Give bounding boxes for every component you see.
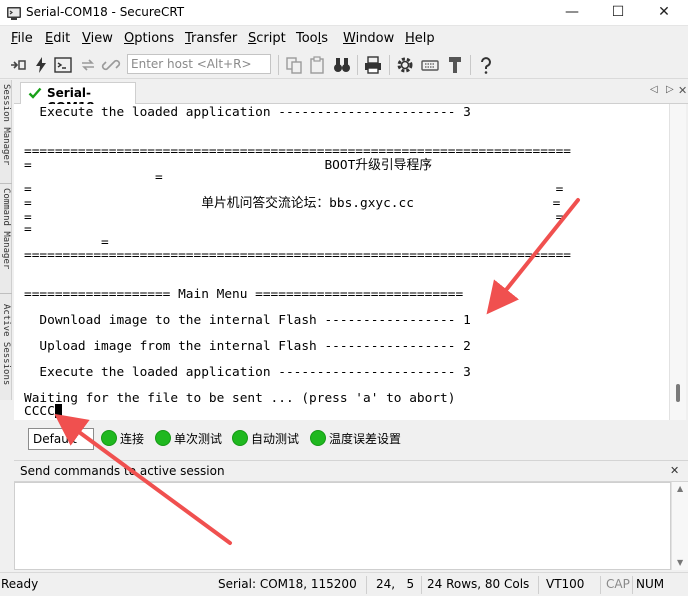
menu-window[interactable]: Window: [343, 31, 394, 46]
command-manager-tab[interactable]: Command Manager: [0, 184, 12, 294]
terminal-scroll-thumb[interactable]: [676, 384, 680, 402]
status-ready: Ready: [1, 577, 39, 591]
menu-tools[interactable]: Tools: [296, 31, 328, 46]
terminal-line: = 单片机问答交流论坛：bbs.gxyc.cc =: [24, 196, 561, 211]
status-separator: [421, 576, 422, 594]
menu-view[interactable]: View: [82, 31, 113, 46]
status-terminal-size: 24 Rows, 80 Cols: [427, 577, 530, 591]
terminal-line: =================== Main Menu ==========…: [24, 287, 464, 302]
button-single-test[interactable]: 单次测试: [155, 429, 233, 447]
title-bar: Serial-COM18 - SecureCRT — ☐ ✕: [0, 0, 688, 26]
quick-connect-icon[interactable]: [31, 55, 51, 75]
menu-edit[interactable]: Edit: [45, 31, 70, 46]
green-circle-icon: [232, 430, 248, 446]
connected-check-icon: [28, 87, 42, 99]
maximize-button[interactable]: ☐: [596, 0, 640, 26]
minimize-button[interactable]: —: [550, 0, 594, 26]
terminal-line: = =: [24, 182, 564, 197]
command-window-title: Send commands to active session: [20, 464, 225, 478]
status-separator: [366, 576, 367, 594]
disconnect-icon[interactable]: [101, 55, 121, 75]
command-window-scrollbar[interactable]: ▲ ▼: [671, 482, 688, 570]
tab-next-icon[interactable]: ▷: [666, 84, 674, 95]
gear-icon[interactable]: [395, 55, 415, 75]
paste-icon[interactable]: [307, 55, 327, 75]
window-title: Serial-COM18 - SecureCRT: [26, 5, 185, 19]
terminal-line: Execute the loaded application ---------…: [24, 365, 471, 380]
button-temperature-error-settings[interactable]: 温度误差设置: [310, 429, 410, 447]
status-emulation: VT100: [546, 577, 585, 591]
scroll-up-icon[interactable]: ▲: [677, 484, 683, 493]
keymap-icon[interactable]: [420, 55, 440, 75]
connect-bar-icon[interactable]: [8, 55, 28, 75]
terminal-line: Execute the loaded application ---------…: [24, 105, 471, 120]
button-connect[interactable]: 连接: [101, 429, 157, 447]
menu-script[interactable]: Script: [248, 31, 286, 46]
tab-close-icon[interactable]: ✕: [678, 84, 687, 97]
copy-icon[interactable]: [284, 55, 304, 75]
sftp-icon[interactable]: [445, 55, 465, 75]
status-cursor-position: 24, 5: [376, 577, 415, 591]
active-sessions-tab[interactable]: Active Sessions: [0, 300, 12, 400]
terminal-prompt-line: CCCC: [24, 404, 62, 419]
menu-file[interactable]: File: [11, 31, 33, 46]
print-icon[interactable]: [363, 55, 383, 75]
status-bar: Ready Serial: COM18, 115200 24, 5 24 Row…: [0, 572, 688, 596]
green-circle-icon: [155, 430, 171, 446]
terminal-scrollbar[interactable]: [669, 104, 686, 420]
terminal-cursor: [54, 404, 62, 418]
tab-prev-icon[interactable]: ◁: [650, 84, 658, 95]
close-button[interactable]: ✕: [642, 0, 686, 26]
button-auto-test[interactable]: 自动测试: [232, 429, 310, 447]
terminal-line: ========================================…: [24, 144, 572, 159]
session-tab-strip: Serial-COM18 ◁ ▷ ✕: [14, 80, 688, 114]
session-manager-tab[interactable]: Session Manager: [0, 80, 12, 184]
menu-options[interactable]: Options: [124, 31, 174, 46]
toolbar-separator: [389, 55, 390, 75]
securecrt-app-icon: [7, 7, 21, 20]
help-icon[interactable]: [476, 55, 496, 75]
button-bar-selector[interactable]: Default: [28, 428, 94, 450]
green-circle-icon: [310, 430, 326, 446]
enter-host-input[interactable]: [127, 54, 271, 74]
status-separator: [538, 576, 539, 594]
toolbar-separator: [357, 55, 358, 75]
status-separator: [600, 576, 601, 594]
left-dock-sidebar: Session Manager Command Manager Active S…: [0, 80, 12, 400]
terminal-line: = =: [24, 210, 564, 225]
terminal-line: ========================================…: [24, 248, 572, 263]
menu-bar: File Edit View Options Transfer Script T…: [0, 28, 688, 50]
toolbar-separator: [278, 55, 279, 75]
connect-in-tab-icon[interactable]: [53, 55, 73, 75]
green-circle-icon: [101, 430, 117, 446]
toolbar-separator: [470, 55, 471, 75]
command-input[interactable]: [14, 482, 671, 570]
button-bar: Default 连接 单次测试 自动测试 温度误差设置: [14, 424, 688, 450]
toolbar: [0, 51, 688, 79]
status-separator: [632, 576, 633, 594]
status-num-lock: NUM: [636, 577, 665, 591]
tab-serial-com18[interactable]: Serial-COM18: [20, 82, 136, 114]
find-icon[interactable]: [332, 55, 352, 75]
scroll-down-icon[interactable]: ▼: [677, 558, 683, 567]
menu-transfer[interactable]: Transfer: [185, 31, 237, 46]
terminal-screen[interactable]: Execute the loaded application ---------…: [14, 104, 669, 420]
reconnect-icon[interactable]: [78, 55, 98, 75]
terminal-line: Download image to the internal Flash ---…: [24, 313, 471, 328]
status-caps-lock: CAP: [606, 577, 630, 591]
terminal-line: Waiting for the file to be sent ... (pre…: [24, 391, 456, 406]
command-window-close-icon[interactable]: ✕: [670, 464, 679, 477]
menu-help[interactable]: Help: [405, 31, 435, 46]
terminal-line: Upload image from the internal Flash ---…: [24, 339, 471, 354]
status-serial-port: Serial: COM18, 115200: [218, 577, 357, 591]
command-window-header: Send commands to active session ✕: [14, 460, 688, 482]
